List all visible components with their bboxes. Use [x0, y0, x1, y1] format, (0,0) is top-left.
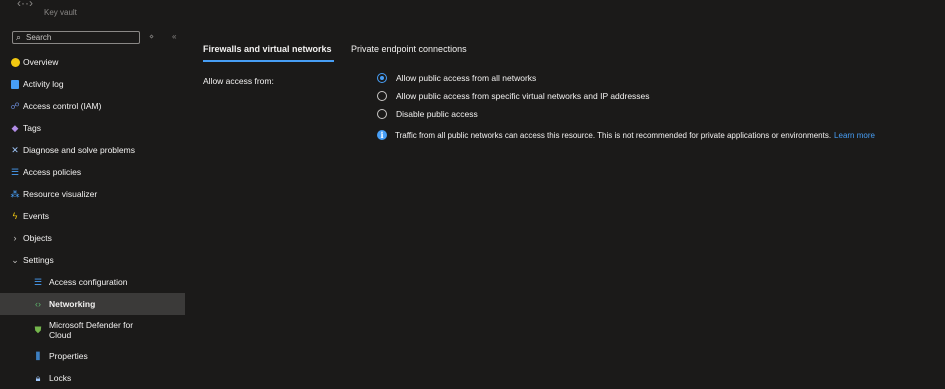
radio-button[interactable]: [377, 91, 387, 101]
sidebar-item-diagnose[interactable]: ✕ Diagnose and solve problems: [0, 139, 185, 161]
sidebar-item-label: Access control (IAM): [23, 101, 102, 111]
info-message: i Traffic from all public networks can a…: [377, 130, 875, 140]
sidebar-item-activity-log[interactable]: Activity log: [0, 73, 185, 95]
sidebar-item-access-control[interactable]: ☍ Access control (IAM): [0, 95, 185, 117]
resource-type-label: Key vault: [44, 8, 77, 17]
info-icon: i: [377, 130, 387, 140]
sidebar-item-events[interactable]: ϟ Events: [0, 205, 185, 227]
sidebar-item-label: Resource visualizer: [23, 189, 98, 199]
list-icon: ☰: [33, 276, 43, 287]
wrench-icon: ✕: [11, 144, 19, 155]
sidebar-item-label: Locks: [49, 373, 72, 383]
shield-icon: ⛊: [34, 324, 42, 335]
hierarchy-icon: ⁂: [10, 188, 20, 199]
chevron-right-icon: ›: [13, 233, 17, 243]
tab-firewalls[interactable]: Firewalls and virtual networks: [203, 44, 332, 54]
chevron-down-icon: ⌄: [11, 254, 19, 265]
sidebar-item-label: Microsoft Defender for Cloud: [49, 320, 134, 340]
people-icon: ☍: [10, 100, 20, 111]
allow-access-label: Allow access from:: [203, 76, 274, 86]
sidebar-item-access-policies[interactable]: ☰ Access policies: [0, 161, 185, 183]
sidebar-item-label: Events: [23, 211, 49, 221]
search-icon: ⌕: [16, 32, 22, 42]
sidebar-search-row: ⌕ ⋄ «: [12, 31, 185, 45]
sidebar: ‹··› Key vault ⌕ ⋄ « Overview Activity l…: [0, 0, 185, 386]
radio-label: Allow public access from specific virtua…: [396, 91, 650, 101]
activity-log-icon: [10, 79, 20, 89]
radio-label: Disable public access: [396, 109, 478, 119]
sidebar-item-label: Objects: [23, 233, 52, 243]
sidebar-item-defender[interactable]: ⛊ Microsoft Defender for Cloud: [0, 315, 185, 345]
collapse-sidebar-icon[interactable]: «: [172, 32, 176, 41]
list-icon: ☰: [10, 166, 20, 177]
sidebar-item-label: Settings: [23, 255, 54, 265]
sidebar-item-label: Networking: [49, 299, 96, 309]
sidebar-item-objects[interactable]: › Objects: [0, 227, 185, 249]
active-tab-indicator: [203, 60, 334, 62]
radio-all-networks[interactable]: Allow public access from all networks: [377, 73, 536, 83]
sidebar-item-label: Access policies: [23, 167, 82, 177]
sidebar-item-settings[interactable]: ⌄ Settings: [0, 249, 185, 271]
lock-icon: 🔒︎: [35, 372, 41, 383]
radio-button[interactable]: [377, 109, 387, 119]
resource-header: ‹··› Key vault: [0, 0, 185, 24]
tab-private-endpoints[interactable]: Private endpoint connections: [351, 44, 467, 54]
expand-icon[interactable]: ⋄: [149, 32, 154, 41]
sidebar-item-label: Overview: [23, 57, 59, 67]
search-input[interactable]: [26, 32, 136, 43]
main-content: Firewalls and virtual networks Private e…: [203, 0, 945, 386]
radio-specific-networks[interactable]: Allow public access from specific virtua…: [377, 91, 650, 101]
overview-icon: [10, 57, 20, 67]
tag-icon: ◆: [11, 122, 19, 133]
sidebar-item-access-configuration[interactable]: ☰ Access configuration: [0, 271, 185, 293]
sidebar-item-tags[interactable]: ◆ Tags: [0, 117, 185, 139]
lightning-icon: ϟ: [12, 211, 18, 221]
info-text: Traffic from all public networks can acc…: [395, 130, 832, 140]
sidebar-item-properties[interactable]: ⫼ Properties: [0, 345, 185, 367]
sidebar-item-networking[interactable]: ‹› Networking: [0, 293, 185, 315]
sidebar-item-label: Tags: [23, 123, 41, 133]
search-box[interactable]: ⌕: [12, 31, 140, 44]
sidebar-item-label: Access configuration: [49, 277, 128, 287]
radio-disable-access[interactable]: Disable public access: [377, 109, 478, 119]
network-icon: ‹›: [35, 299, 41, 309]
sidebar-item-label: Diagnose and solve problems: [23, 145, 135, 155]
properties-icon: ⫼: [35, 350, 41, 361]
sidebar-item-overview[interactable]: Overview: [0, 51, 185, 73]
learn-more-link[interactable]: Learn more: [834, 131, 875, 140]
sidebar-item-resource-visualizer[interactable]: ⁂ Resource visualizer: [0, 183, 185, 205]
sidebar-item-label: Activity log: [23, 79, 64, 89]
sidebar-nav: Overview Activity log ☍ Access control (…: [0, 51, 185, 389]
sidebar-item-label: Properties: [49, 351, 88, 361]
radio-label: Allow public access from all networks: [396, 73, 537, 83]
key-vault-icon: ‹··›: [17, 0, 33, 10]
radio-button[interactable]: [377, 73, 387, 83]
